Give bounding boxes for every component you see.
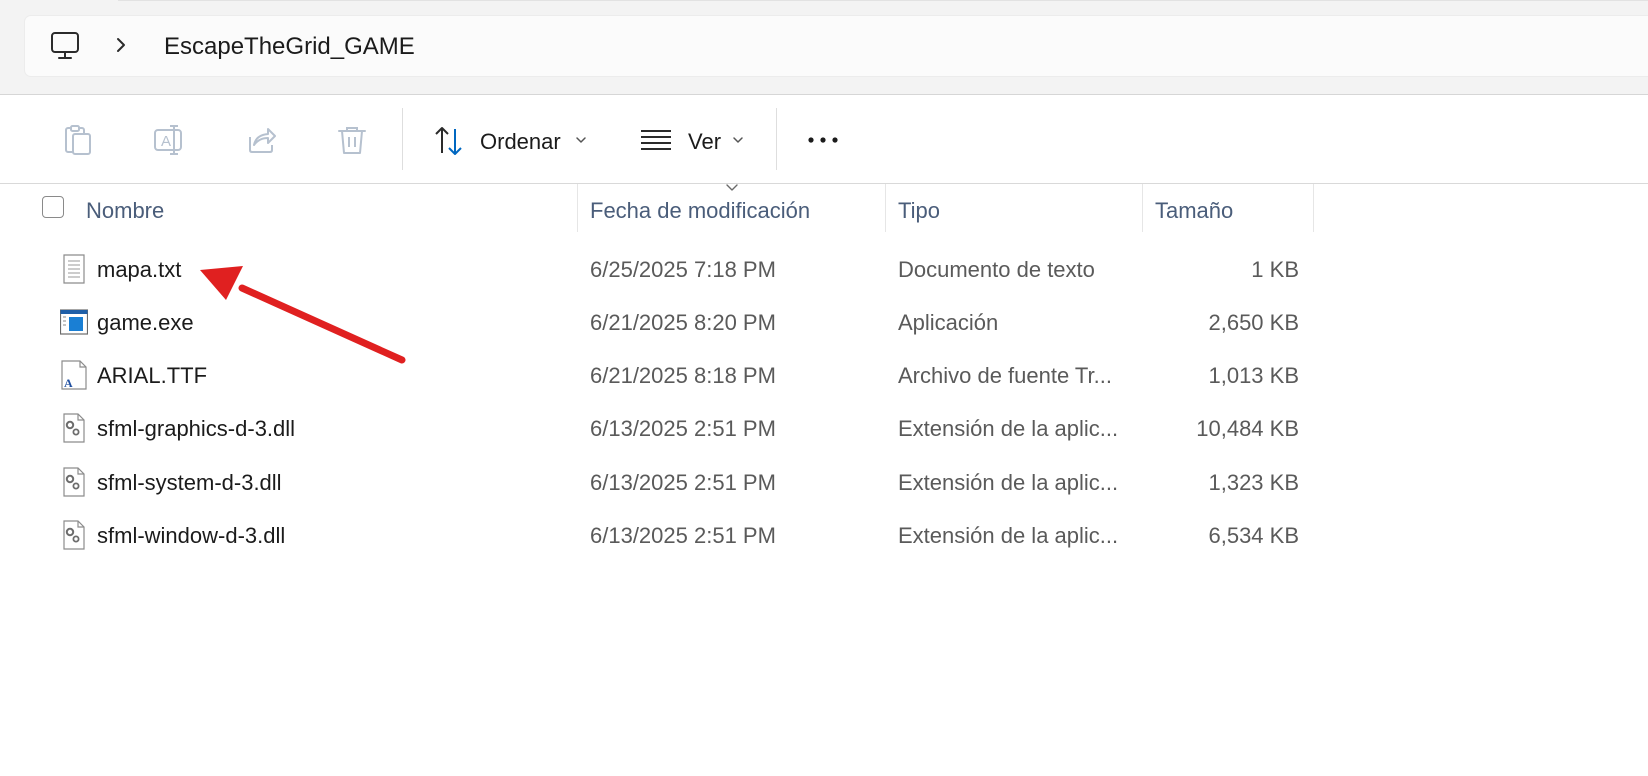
column-header-type[interactable]: Tipo (898, 198, 940, 224)
file-size: 1 KB (1251, 257, 1299, 282)
view-lines-icon[interactable] (640, 124, 674, 158)
file-date: 6/13/2025 2:51 PM (590, 523, 776, 548)
file-type: Extensión de la aplic... (898, 523, 1119, 548)
file-row[interactable]: A ARIAL.TTF 6/21/2025 8:18 PM Archivo de… (0, 349, 1648, 402)
file-name[interactable]: sfml-system-d-3.dll (97, 470, 282, 496)
share-icon[interactable] (244, 123, 278, 157)
file-size: 6,534 KB (1208, 523, 1299, 548)
breadcrumb[interactable]: EscapeTheGrid_GAME (164, 33, 415, 61)
sort-indicator-icon (726, 184, 738, 191)
sort-button[interactable]: Ordenar (480, 129, 561, 155)
dll-file-icon (63, 467, 85, 497)
column-header-name[interactable]: Nombre (86, 198, 164, 224)
view-button[interactable]: Ver (688, 129, 721, 155)
svg-text:A: A (64, 376, 73, 390)
column-header-date[interactable]: Fecha de modificación (590, 198, 810, 224)
file-name[interactable]: game.exe (97, 310, 194, 336)
file-size: 10,484 KB (1196, 416, 1299, 441)
sort-arrows-icon[interactable] (432, 124, 466, 158)
chevron-right-icon[interactable] (112, 36, 130, 54)
toolbar-separator (776, 108, 777, 170)
file-type: Extensión de la aplic... (898, 416, 1119, 441)
file-name[interactable]: ARIAL.TTF (97, 363, 207, 389)
chevron-down-icon[interactable] (575, 134, 587, 146)
file-size: 1,013 KB (1208, 363, 1299, 388)
column-divider[interactable] (577, 184, 578, 232)
computer-icon[interactable] (49, 30, 81, 62)
file-row[interactable]: sfml-window-d-3.dll 6/13/2025 2:51 PM Ex… (0, 509, 1648, 562)
window-top-edge (118, 0, 1648, 1)
file-type: Extensión de la aplic... (898, 470, 1119, 495)
clipboard-copy-icon[interactable] (61, 123, 95, 157)
trash-icon[interactable] (335, 123, 369, 157)
dll-file-icon (63, 413, 85, 443)
file-row[interactable]: mapa.txt 6/25/2025 7:18 PM Documento de … (0, 243, 1648, 296)
text-file-icon (63, 254, 85, 284)
chevron-down-icon[interactable] (732, 134, 744, 146)
file-date: 6/21/2025 8:18 PM (590, 363, 776, 388)
file-size: 1,323 KB (1208, 470, 1299, 495)
file-name[interactable]: mapa.txt (97, 257, 181, 283)
file-name[interactable]: sfml-graphics-d-3.dll (97, 416, 295, 442)
file-name[interactable]: sfml-window-d-3.dll (97, 523, 285, 549)
file-date: 6/13/2025 2:51 PM (590, 416, 776, 441)
file-type: Documento de texto (898, 257, 1095, 282)
column-divider[interactable] (1313, 184, 1314, 232)
rename-icon[interactable]: A (152, 123, 186, 157)
file-type: Archivo de fuente Tr... (898, 363, 1113, 388)
file-date: 6/13/2025 2:51 PM (590, 470, 776, 495)
column-header-size[interactable]: Tamaño (1155, 198, 1233, 224)
toolbar-separator (402, 108, 403, 170)
file-date: 6/25/2025 7:18 PM (590, 257, 776, 282)
file-size: 2,650 KB (1208, 310, 1299, 335)
svg-text:A: A (161, 133, 171, 150)
font-file-icon: A (61, 360, 87, 390)
application-icon (60, 309, 88, 335)
select-all-checkbox[interactable] (42, 196, 64, 218)
file-row[interactable]: game.exe 6/21/2025 8:20 PM Aplicación 2,… (0, 296, 1648, 349)
dll-file-icon (63, 520, 85, 550)
column-divider[interactable] (1142, 184, 1143, 232)
column-divider[interactable] (885, 184, 886, 232)
file-row[interactable]: sfml-system-d-3.dll 6/13/2025 2:51 PM Ex… (0, 456, 1648, 509)
more-ellipsis-icon[interactable] (806, 123, 840, 157)
file-type: Aplicación (898, 310, 999, 335)
file-date: 6/21/2025 8:20 PM (590, 310, 776, 335)
file-row[interactable]: sfml-graphics-d-3.dll 6/13/2025 2:51 PM … (0, 402, 1648, 455)
